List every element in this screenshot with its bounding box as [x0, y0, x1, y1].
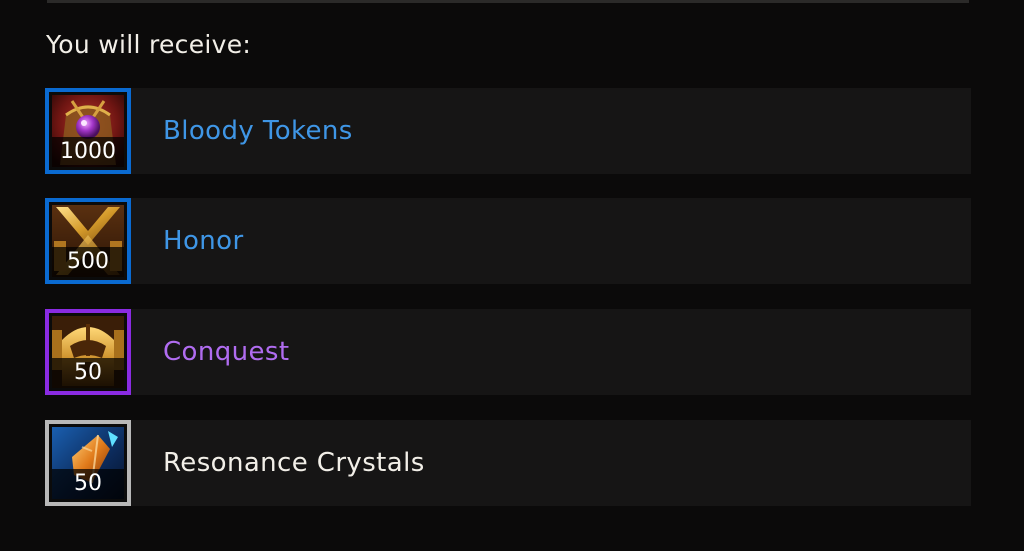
- reward-icon-frame[interactable]: 50: [45, 420, 131, 506]
- top-divider: [47, 0, 969, 3]
- reward-quantity: 1000: [52, 137, 124, 167]
- reward-row-conquest[interactable]: 50 Conquest: [45, 309, 971, 395]
- reward-icon-frame[interactable]: 1000: [45, 88, 131, 174]
- reward-name: Resonance Crystals: [163, 448, 425, 478]
- reward-name: Honor: [163, 226, 244, 256]
- reward-quantity: 50: [52, 469, 124, 499]
- reward-row-resonance-crystals[interactable]: 50 Resonance Crystals: [45, 420, 971, 506]
- reward-icon-frame[interactable]: 500: [45, 198, 131, 284]
- reward-row-bloody-tokens[interactable]: 1000 Bloody Tokens: [45, 88, 971, 174]
- reward-name: Conquest: [163, 337, 290, 367]
- reward-quantity: 500: [52, 247, 124, 277]
- receive-heading: You will receive:: [46, 30, 252, 59]
- reward-icon-frame[interactable]: 50: [45, 309, 131, 395]
- reward-quantity: 50: [52, 358, 124, 388]
- reward-name: Bloody Tokens: [163, 116, 353, 146]
- reward-row-honor[interactable]: 500 Honor: [45, 198, 971, 284]
